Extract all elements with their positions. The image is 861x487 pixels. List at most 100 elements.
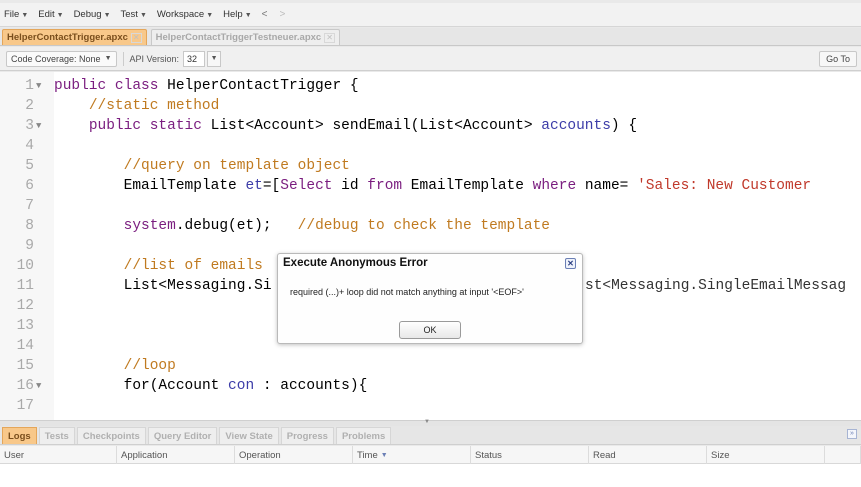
code-token: name= xyxy=(576,178,638,194)
editor-toolbar: Code Coverage: None ▼ API Version: 32 ▼ … xyxy=(0,47,861,71)
file-tab-helpercontacttrigger[interactable]: HelperContactTrigger.apxc ✕ xyxy=(2,29,147,45)
code-token: con xyxy=(228,378,255,394)
menu-debug-label: Debug xyxy=(73,9,102,20)
code-comment: //static method xyxy=(88,98,220,114)
line-number: 7 xyxy=(25,198,34,214)
goto-button[interactable]: Go To xyxy=(819,51,857,67)
code-coverage-label: Code Coverage: None xyxy=(11,53,101,64)
code-token: et xyxy=(245,178,263,194)
execute-anonymous-error-dialog: Execute Anonymous Error ✕ required (...)… xyxy=(277,253,583,344)
file-tab-testneuer[interactable]: HelperContactTriggerTestneuer.apxc ✕ xyxy=(150,29,340,45)
toolbar-divider xyxy=(122,51,124,66)
column-label: User xyxy=(4,449,25,461)
close-icon[interactable]: ✕ xyxy=(324,32,335,43)
column-label: Operation xyxy=(239,449,281,461)
menu-help[interactable]: Help ▼ xyxy=(223,9,251,20)
chevron-down-icon: ▼ xyxy=(139,12,147,19)
tab-view-state[interactable]: View State xyxy=(219,427,279,444)
chevron-down-icon: ▼ xyxy=(56,12,64,19)
code-token: ) { xyxy=(610,118,638,134)
code-line-16[interactable]: for(Account con : accounts){ xyxy=(0,376,861,396)
column-operation[interactable]: Operation xyxy=(235,446,353,464)
menu-test-label: Test xyxy=(120,9,138,20)
tab-query-editor[interactable]: Query Editor xyxy=(147,427,218,444)
code-token: Select xyxy=(280,178,333,194)
column-application[interactable]: Application xyxy=(117,446,235,464)
tab-tests[interactable]: Tests xyxy=(38,427,75,444)
column-extra[interactable] xyxy=(825,446,861,464)
code-comment: //debug to check the template xyxy=(297,218,551,234)
line-number: 4 xyxy=(25,138,34,154)
line-number: 17 xyxy=(16,398,34,414)
logs-table-header: User Application Operation Time ▼ Status … xyxy=(0,446,861,464)
line-number: 13 xyxy=(16,318,34,334)
line-number: 14 xyxy=(16,338,34,354)
column-status[interactable]: Status xyxy=(471,446,589,464)
code-editor[interactable]: 1 ▼ 2 3 ▼ 4 5 6 7 8 9 10 11 12 13 14 15 16 ▼ 17 public clas… xyxy=(0,72,861,420)
code-token: =[ xyxy=(262,178,281,194)
tab-progress[interactable]: Progress xyxy=(280,427,334,444)
api-version-dropdown-button[interactable]: ▼ xyxy=(207,50,222,67)
code-line-6[interactable]: EmailTemplate et=[Select id from EmailTe… xyxy=(0,176,861,196)
code-comment: //loop xyxy=(123,358,176,374)
code-token: HelperContactTrigger { xyxy=(158,78,359,94)
tab-checkpoints[interactable]: Checkpoints xyxy=(76,427,146,444)
column-time[interactable]: Time ▼ xyxy=(353,446,471,464)
menu-file[interactable]: File ▼ xyxy=(4,9,28,20)
code-line-8[interactable]: system.debug(et); //debug to check the t… xyxy=(0,216,861,236)
ok-button[interactable]: OK xyxy=(399,321,461,339)
tab-logs[interactable]: Logs xyxy=(2,427,37,444)
code-line-2[interactable]: //static method xyxy=(0,96,861,116)
menu-test[interactable]: Test ▼ xyxy=(121,9,147,20)
file-tab-bar: HelperContactTrigger.apxc ✕ HelperContac… xyxy=(0,28,861,46)
code-token: from xyxy=(367,178,403,194)
code-token: st<Messaging.SingleEmailMessag xyxy=(585,278,847,294)
code-line-5[interactable]: //query on template object xyxy=(0,156,861,176)
code-token: : accounts){ xyxy=(254,378,368,394)
drag-handle-icon[interactable]: ▼ xyxy=(424,419,430,425)
column-size[interactable]: Size xyxy=(707,446,825,464)
code-token: EmailTemplate xyxy=(123,178,246,194)
chevron-down-icon: ▼ xyxy=(21,12,29,19)
chevron-down-icon: ▼ xyxy=(206,12,214,19)
code-coverage-dropdown[interactable]: Code Coverage: None ▼ xyxy=(6,50,117,67)
back-arrow-icon[interactable]: < xyxy=(262,9,268,20)
code-token: public class xyxy=(54,78,159,94)
menu-debug[interactable]: Debug ▼ xyxy=(74,9,111,20)
menu-help-label: Help xyxy=(223,9,243,20)
column-label: Time xyxy=(357,449,378,461)
code-line-15[interactable]: //loop xyxy=(0,356,861,376)
line-number-row: 7 xyxy=(0,196,861,216)
dialog-title: Execute Anonymous Error xyxy=(283,257,428,269)
line-number: 9 xyxy=(25,238,34,254)
code-string: 'Sales: New Customer xyxy=(637,178,812,194)
code-line-1[interactable]: public class HelperContactTrigger { xyxy=(0,76,861,96)
code-line-3[interactable]: public static List<Account> sendEmail(Li… xyxy=(0,116,861,136)
code-token: EmailTemplate xyxy=(402,178,533,194)
code-token: List<Messaging.Si xyxy=(123,278,272,294)
api-version-label: API Version: xyxy=(129,53,180,64)
close-icon[interactable]: ✕ xyxy=(130,32,142,43)
code-token: id xyxy=(332,178,368,194)
file-tab-label: HelperContactTriggerTestneuer.apxc xyxy=(155,32,322,43)
column-read[interactable]: Read xyxy=(589,446,707,464)
line-number-row: 17 xyxy=(0,396,861,416)
tab-problems[interactable]: Problems xyxy=(335,427,392,444)
dialog-message: required (...)+ loop did not match anyth… xyxy=(290,287,524,297)
close-icon[interactable]: ✕ xyxy=(565,258,576,269)
column-user[interactable]: User xyxy=(0,446,117,464)
menu-file-label: File xyxy=(4,9,20,20)
column-label: Application xyxy=(121,449,168,461)
code-comment: //list of emails xyxy=(123,258,263,274)
code-token: where xyxy=(532,178,577,194)
collapse-icon[interactable]: » xyxy=(847,429,857,439)
menu-edit[interactable]: Edit ▼ xyxy=(38,9,63,20)
chevron-down-icon: ▼ xyxy=(103,12,111,19)
code-token: system xyxy=(123,218,176,234)
menu-workspace[interactable]: Workspace ▼ xyxy=(157,9,213,20)
api-version-field[interactable]: 32 xyxy=(183,50,206,67)
menu-edit-label: Edit xyxy=(38,9,55,20)
line-number: 12 xyxy=(16,298,34,314)
forward-arrow-icon[interactable]: > xyxy=(279,9,285,20)
code-token: .debug(et); xyxy=(175,218,298,234)
